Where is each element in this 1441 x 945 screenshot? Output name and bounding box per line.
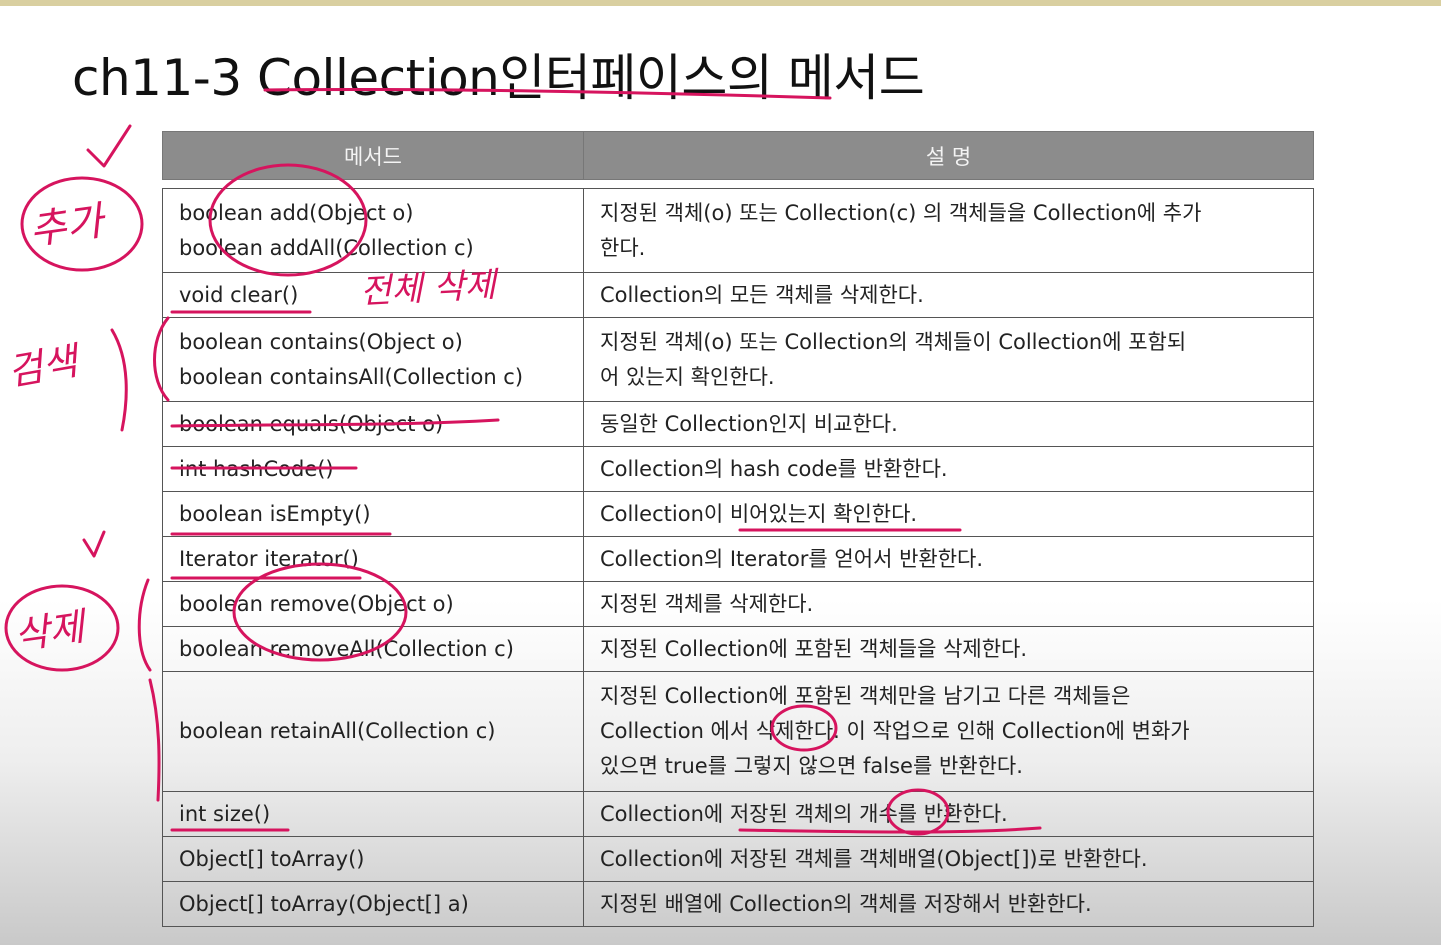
table-row: boolean equals(Object o) 동일한 Collection인지… [162,401,1314,447]
description-text: 어 있는지 확인한다. [600,364,775,389]
method-signature: boolean containsAll(Collection c) [179,364,524,389]
description-text: 지정된 Collection에 포함된 객체들을 삭제한다. [600,636,1028,661]
description-text: Collection에 저장된 객체를 객체배열(Object[])로 반환한다… [600,846,1148,871]
description-text: Collection의 Iterator를 얻어서 반환한다. [600,546,984,571]
method-cell: Object[] toArray() [162,836,584,882]
method-cell: boolean retainAll(Collection c) [162,671,584,792]
description-text: 지정된 객체(o) 또는 Collection(c) 의 객체들을 Collec… [600,200,1202,225]
note-delete: 삭제 [11,604,90,658]
method-cell: void clear() [162,272,584,318]
description-cell: 지정된 객체(o) 또는 Collection의 객체들이 Collection… [583,317,1314,402]
header-gap [162,179,1314,189]
description-cell: Collection에 저장된 객체를 객체배열(Object[])로 반환한다… [583,836,1314,882]
method-cell: boolean contains(Object o) boolean contai… [162,317,584,402]
method-cell: Object[] toArray(Object[] a) [162,881,584,927]
description-text: 있으면 true를 그렇지 않으면 false를 반환한다. [600,754,1023,778]
note-circle-delete [4,584,120,672]
table-row: boolean add(Object o) boolean addAll(Coll… [162,188,1314,273]
method-cell: boolean add(Object o) boolean addAll(Coll… [162,188,584,273]
table-row: void clear() Collection의 모든 객체를 삭제한다. [162,272,1314,318]
method-signature: boolean addAll(Collection c) [179,235,474,260]
table-row: boolean contains(Object o) boolean contai… [162,317,1314,402]
description-cell: Collection의 모든 객체를 삭제한다. [583,272,1314,318]
description-cell: 지정된 배열에 Collection의 객체를 저장해서 반환한다. [583,881,1314,927]
description-text: Collection 에서 삭제한다. 이 작업으로 인해 Collection… [600,719,1190,743]
note-search: 검색 [4,338,84,394]
header-description: 설 명 [583,131,1314,180]
checkmark-2 [82,530,106,558]
description-text: 동일한 Collection인지 비교한다. [600,411,898,436]
description-cell: 동일한 Collection인지 비교한다. [583,401,1314,447]
description-cell: Collection이 비어있는지 확인한다. [583,491,1314,537]
method-cell: boolean removeAll(Collection c) [162,626,584,672]
description-text: Collection에 저장된 객체의 개수를 반환한다. [600,801,1008,826]
table-row: Object[] toArray() Collection에 저장된 객체를 객체… [162,836,1314,882]
header-method: 메서드 [162,131,584,180]
method-signature: int size() [179,801,271,826]
description-cell: 지정된 Collection에 포함된 객체들을 삭제한다. [583,626,1314,672]
method-cell: boolean remove(Object o) [162,581,584,627]
description-cell: 지정된 Collection에 포함된 객체만을 남기고 다른 객체들은 Coll… [583,671,1314,792]
method-signature: boolean remove(Object o) [179,591,454,616]
method-signature: boolean retainAll(Collection c) [179,719,496,743]
method-signature: int hashCode() [179,456,334,481]
bracket-retain [148,678,161,802]
checkmark-1 [86,124,132,168]
description-cell: 지정된 객체(o) 또는 Collection(c) 의 객체들을 Collec… [583,188,1314,273]
description-text: 지정된 배열에 Collection의 객체를 저장해서 반환한다. [600,891,1092,916]
note-add: 추가 [27,198,110,254]
table-row: Object[] toArray(Object[] a) 지정된 배열에 Coll… [162,881,1314,927]
table-row: boolean retainAll(Collection c) 지정된 Colle… [162,671,1314,792]
method-signature: boolean add(Object o) [179,200,414,225]
method-cell: boolean isEmpty() [162,491,584,537]
bracket-remove [137,578,152,672]
note-circle-add [20,176,144,272]
table-row: boolean removeAll(Collection c) 지정된 Colle… [162,626,1314,672]
description-cell: Collection의 Iterator를 얻어서 반환한다. [583,536,1314,582]
description-cell: Collection의 hash code를 반환한다. [583,446,1314,492]
table-header-row: 메서드 설 명 [162,131,1314,180]
method-signature: boolean equals(Object o) [179,411,444,436]
method-cell: int size() [162,791,584,837]
description-text: Collection의 hash code를 반환한다. [600,456,948,481]
table-row: Iterator iterator() Collection의 Iterator를… [162,536,1314,582]
description-text: 지정된 Collection에 포함된 객체만을 남기고 다른 객체들은 [600,684,1131,708]
table-row: int size() Collection에 저장된 객체의 개수를 반환한다. [162,791,1314,837]
method-signature: Object[] toArray() [179,846,365,871]
slide-title: ch11-3 Collection인터페이스의 메서드 [72,49,925,107]
description-text: 지정된 객체(o) 또는 Collection의 객체들이 Collection… [600,329,1187,354]
method-signature: boolean contains(Object o) [179,329,463,354]
table-row: boolean isEmpty() Collection이 비어있는지 확인한다. [162,491,1314,537]
method-signature: boolean isEmpty() [179,501,371,526]
description-text: 지정된 객체를 삭제한다. [600,591,814,616]
description-cell: 지정된 객체를 삭제한다. [583,581,1314,627]
table-row: int hashCode() Collection의 hash code를 반환한… [162,446,1314,492]
description-text: Collection이 비어있는지 확인한다. [600,501,918,526]
method-cell: Iterator iterator() [162,536,584,582]
description-cell: Collection에 저장된 객체의 개수를 반환한다. [583,791,1314,837]
top-accent-bar [0,0,1441,6]
method-cell: int hashCode() [162,446,584,492]
table-row: boolean remove(Object o) 지정된 객체를 삭제한다. [162,581,1314,627]
methods-table: 메서드 설 명 boolean add(Object o) boolean add… [162,131,1314,927]
description-text: 한다. [600,235,646,260]
method-signature: Iterator iterator() [179,546,359,571]
method-signature: Object[] toArray(Object[] a) [179,891,469,916]
method-signature: boolean removeAll(Collection c) [179,636,514,661]
bracket-search-2 [110,328,128,432]
description-text: Collection의 모든 객체를 삭제한다. [600,282,924,307]
method-cell: boolean equals(Object o) [162,401,584,447]
method-signature: void clear() [179,282,299,307]
